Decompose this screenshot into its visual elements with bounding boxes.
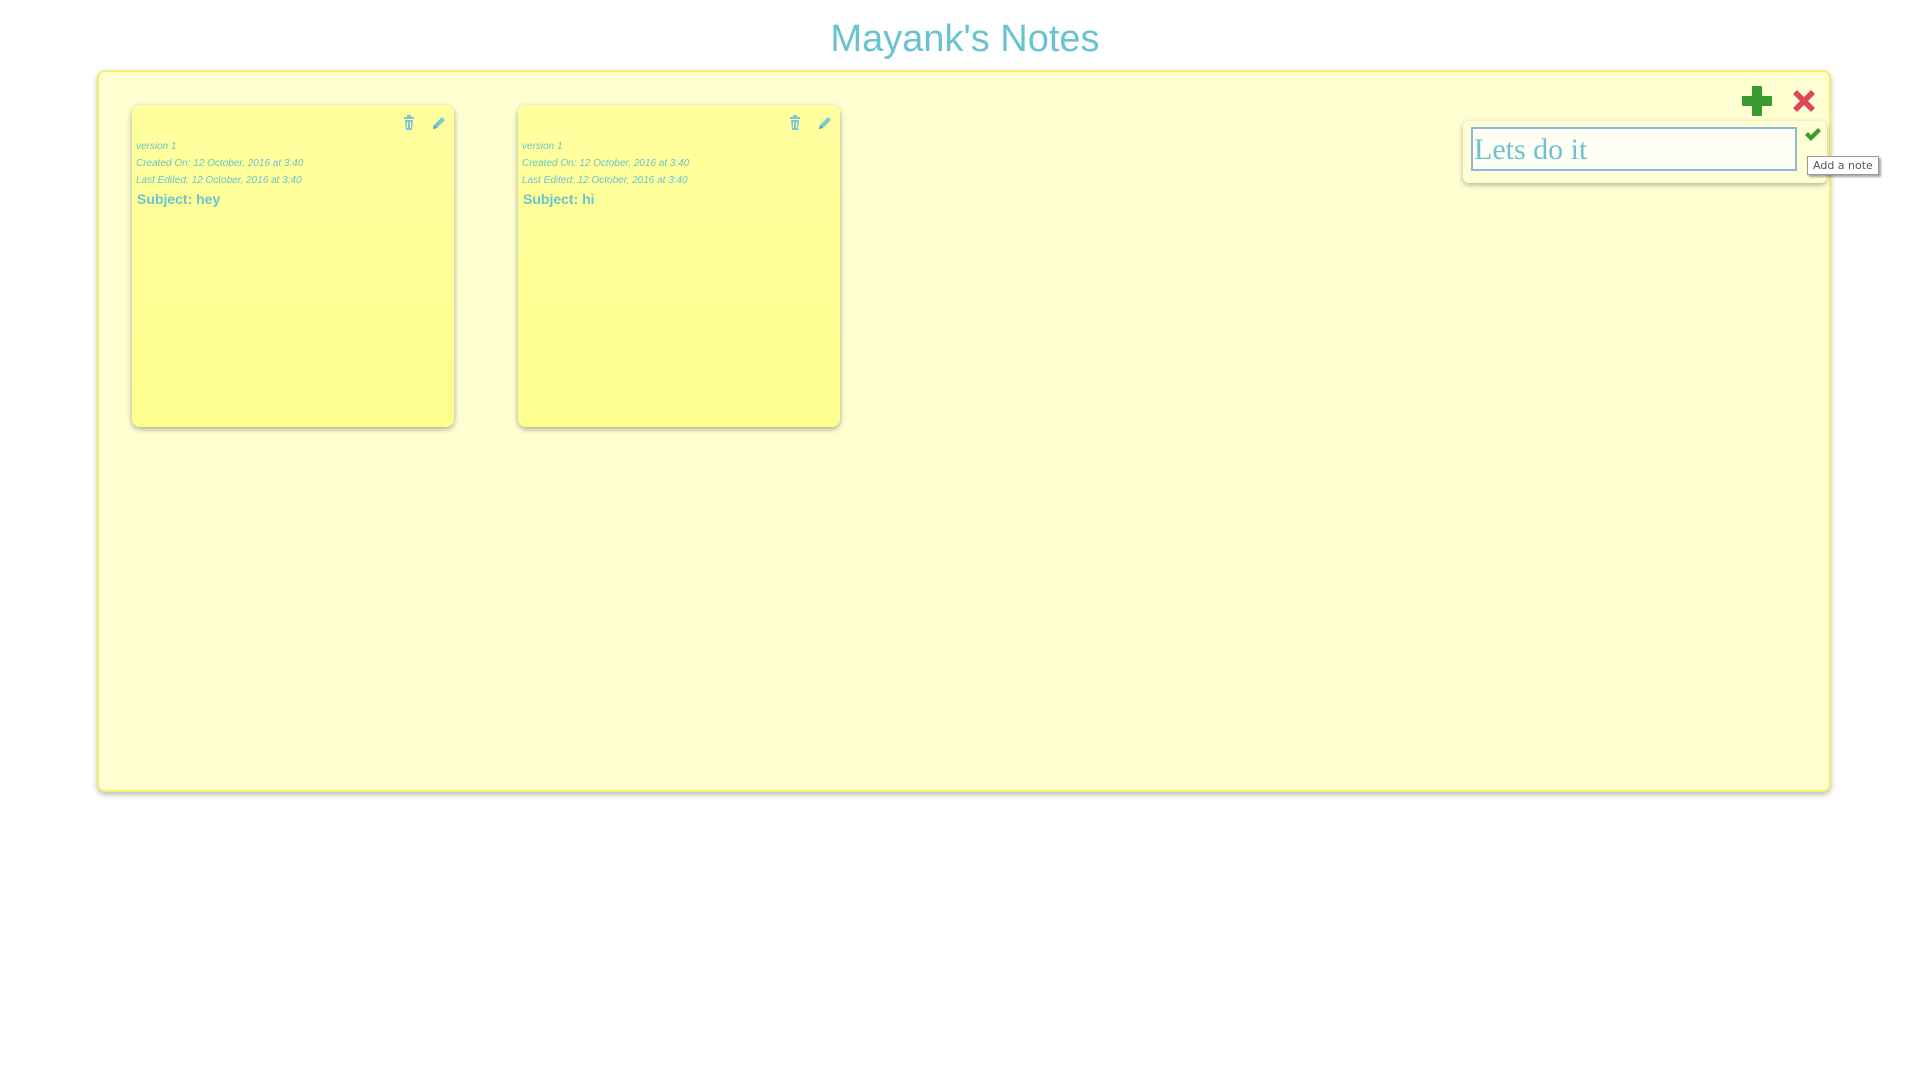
note-edited: Last Edited: 12 October, 2016 at 3:40 bbox=[136, 175, 302, 186]
add-note-panel bbox=[1463, 121, 1827, 183]
trash-icon[interactable] bbox=[400, 114, 418, 132]
note-actions bbox=[400, 114, 448, 132]
note-card[interactable]: version 1 Created On: 12 October, 2016 a… bbox=[132, 105, 454, 427]
note-input[interactable] bbox=[1471, 127, 1797, 171]
pencil-icon[interactable] bbox=[430, 114, 448, 132]
close-icon[interactable] bbox=[1789, 86, 1819, 116]
check-icon[interactable] bbox=[1804, 126, 1822, 144]
note-subject: Subject: hey bbox=[137, 191, 221, 207]
note-meta: version 1 Created On: 12 October, 2016 a… bbox=[136, 138, 303, 189]
page-title: Mayank's Notes bbox=[830, 18, 1100, 60]
trash-icon[interactable] bbox=[786, 114, 804, 132]
plus-icon[interactable] bbox=[1740, 84, 1774, 118]
note-version: version 1 bbox=[522, 141, 563, 152]
note-actions bbox=[786, 114, 834, 132]
note-created: Created On: 12 October, 2016 at 3:40 bbox=[522, 158, 690, 169]
tooltip: Add a note bbox=[1807, 156, 1879, 175]
note-created: Created On: 12 October, 2016 at 3:40 bbox=[136, 158, 304, 169]
pencil-icon[interactable] bbox=[816, 114, 834, 132]
notes-board: version 1 Created On: 12 October, 2016 a… bbox=[97, 70, 1831, 792]
note-meta: version 1 Created On: 12 October, 2016 a… bbox=[522, 138, 689, 189]
note-card[interactable]: version 1 Created On: 12 October, 2016 a… bbox=[518, 105, 840, 427]
note-edited: Last Edited: 12 October, 2016 at 3:40 bbox=[522, 175, 688, 186]
note-version: version 1 bbox=[136, 141, 177, 152]
note-subject: Subject: hi bbox=[523, 191, 595, 207]
